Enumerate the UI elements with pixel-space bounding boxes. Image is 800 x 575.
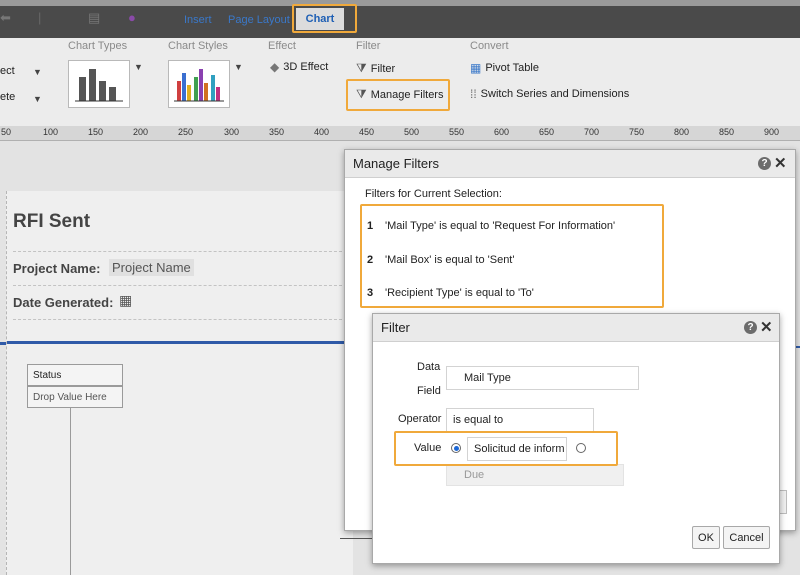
title-row: RFI Sent	[13, 191, 347, 252]
help-icon[interactable]: ?	[744, 321, 757, 334]
tab-insert[interactable]: Insert	[184, 14, 212, 26]
top-tab-bar: ⬅ | ▤ ● Insert Page Layout Chart	[0, 0, 800, 38]
ruler-label: 50	[1, 127, 12, 137]
ruler-label: 800	[674, 127, 690, 137]
ruler-label: 400	[314, 127, 330, 137]
date-row: Date Generated: ▦	[13, 285, 347, 320]
chart-types-group-title: Chart Types	[68, 40, 128, 52]
data-label: Data	[417, 361, 441, 373]
chevron-down-icon[interactable]: ▼	[33, 67, 42, 77]
funnel-icon: ⧩	[356, 61, 367, 75]
tab-page-layout[interactable]: Page Layout	[228, 14, 290, 26]
drop-value-zone[interactable]: Drop Value Here	[27, 386, 123, 408]
filter-dialog-title: Filter	[373, 314, 779, 342]
ok-button[interactable]: OK	[692, 526, 720, 549]
select-1-label[interactable]: ect	[0, 65, 15, 77]
manage-filters-highlight	[346, 79, 450, 111]
ruler-label: 450	[359, 127, 375, 137]
manage-filters-title: Manage Filters	[345, 150, 795, 178]
pivot-table-icon: ▦	[470, 61, 482, 75]
cancel-button[interactable]: Cancel	[723, 526, 770, 549]
filter-button-label: Filter	[370, 62, 396, 75]
ruler-label: 200	[133, 127, 149, 137]
ruler-label: 500	[404, 127, 420, 137]
chart-type-thumbnail[interactable]	[68, 60, 130, 108]
status-header[interactable]: Status	[27, 364, 123, 386]
ruler-label: 100	[43, 127, 59, 137]
ruler-label: 250	[178, 127, 194, 137]
convert-group-title: Convert	[470, 40, 509, 52]
operator-select[interactable]: is equal to	[446, 408, 594, 432]
close-icon[interactable]: ✕	[760, 320, 773, 335]
section-divider-left	[0, 342, 6, 345]
chevron-down-icon[interactable]: ▼	[134, 62, 143, 72]
report-title: RFI Sent	[13, 211, 91, 232]
cube-icon: ◆	[270, 60, 280, 74]
project-row: Project Name: Project Name	[13, 251, 347, 286]
ruler-label: 150	[88, 127, 104, 137]
effect-group-title: Effect	[268, 40, 296, 52]
filter-group-title: Filter	[356, 40, 381, 52]
date-generated-label: Date Generated:	[13, 295, 114, 310]
filters-subtitle: Filters for Current Selection:	[365, 188, 502, 200]
ruler-label: 700	[584, 127, 600, 137]
ruler-label: 600	[494, 127, 510, 137]
ruler-label: 750	[629, 127, 645, 137]
ruler: 50 100 150 200 250 300 350 400 450 500 5…	[0, 126, 800, 141]
value-row-highlight	[394, 431, 618, 466]
ruler-label: 650	[539, 127, 555, 137]
ruler-label: 550	[449, 127, 465, 137]
top-strip	[0, 0, 800, 6]
chevron-down-icon[interactable]: ▼	[234, 62, 243, 72]
report-page: RFI Sent Project Name: Project Name Date…	[6, 191, 353, 575]
project-name-label: Project Name:	[13, 261, 101, 276]
filter-button[interactable]: ⧩ Filter	[356, 61, 395, 76]
ruler-label: 900	[764, 127, 780, 137]
separator-icon: |	[38, 10, 42, 25]
due-option[interactable]: Due	[446, 464, 624, 486]
filters-list-highlight	[360, 204, 664, 308]
operator-label: Operator	[398, 413, 442, 425]
chart-axis-line	[70, 408, 71, 575]
pivot-table-label: Pivot Table	[485, 62, 539, 74]
ruler-label: 300	[224, 127, 240, 137]
pivot-table-button[interactable]: ▦ Pivot Table	[470, 61, 539, 75]
switch-series-label: Switch Series and Dimensions	[480, 88, 630, 100]
ruler-label: 850	[719, 127, 735, 137]
project-name-value[interactable]: Project Name	[109, 259, 194, 276]
chart-tab-highlight	[292, 4, 357, 33]
switch-series-button[interactable]: ⁞⁞ Switch Series and Dimensions	[470, 87, 629, 101]
data-field-input[interactable]: Mail Type	[446, 366, 639, 390]
help-icon[interactable]: ?	[758, 157, 771, 170]
ruler-label: 350	[269, 127, 285, 137]
section-divider	[7, 341, 353, 344]
bar-chart-icon	[75, 69, 123, 102]
chart-styles-group-title: Chart Styles	[168, 40, 228, 52]
chart-style-thumbnail[interactable]	[168, 60, 230, 108]
field-label: Field	[417, 385, 441, 397]
calendar-icon[interactable]: ▦	[119, 292, 132, 309]
record-icon[interactable]: ●	[128, 10, 136, 25]
select-2-label[interactable]: ete	[0, 91, 15, 103]
chevron-down-icon[interactable]: ▼	[33, 94, 42, 104]
colored-bar-chart-icon	[174, 69, 224, 102]
paste-icon[interactable]: ▤	[88, 10, 100, 26]
3d-effect-button[interactable]: ◆ 3D Effect	[270, 60, 328, 74]
switch-series-icon: ⁞⁞	[470, 87, 477, 101]
3d-effect-label: 3D Effect	[283, 61, 329, 73]
undo-icon[interactable]: ⬅	[0, 10, 11, 26]
close-icon[interactable]: ✕	[774, 156, 787, 171]
